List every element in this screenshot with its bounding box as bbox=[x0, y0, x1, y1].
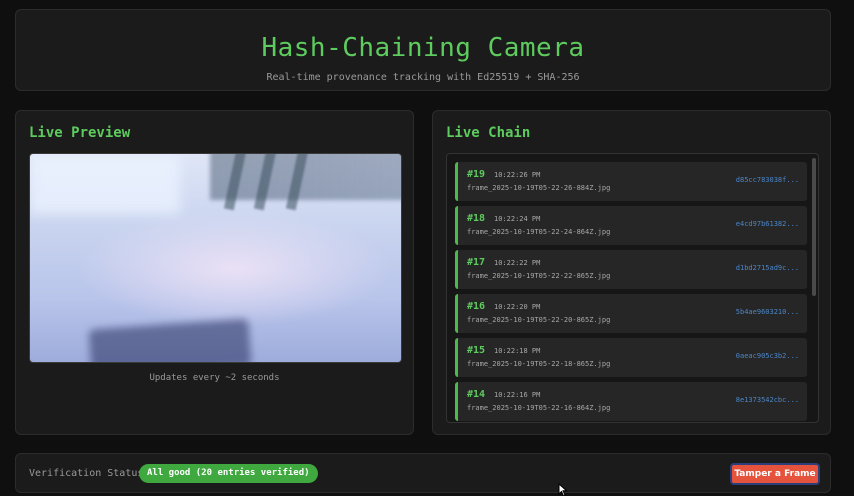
preview-caption: Updates every ~2 seconds bbox=[149, 373, 280, 383]
chain-entry[interactable]: #18 10:22:24 PM frame_2025-10-19T05-22-2… bbox=[455, 206, 807, 245]
live-chain-title: Live Chain bbox=[446, 125, 531, 141]
live-preview-panel: Live Preview Updates every ~2 seconds bbox=[15, 110, 414, 435]
entry-hash: 5b4ae9603210... bbox=[735, 308, 799, 316]
chain-entry[interactable]: #19 10:22:26 PM frame_2025-10-19T05-22-2… bbox=[455, 162, 807, 201]
entry-filename: frame_2025-10-19T05-22-18-865Z.jpg bbox=[467, 360, 611, 368]
verification-footer: Verification Status: All good (20 entrie… bbox=[15, 453, 831, 493]
entry-hash: 8e1373542cbc... bbox=[735, 396, 799, 404]
header-panel: Hash-Chaining Camera Real-time provenanc… bbox=[15, 9, 831, 91]
entry-number: #17 bbox=[467, 257, 486, 268]
entry-time: 10:22:26 PM bbox=[494, 171, 541, 179]
entry-time: 10:22:18 PM bbox=[494, 347, 541, 355]
entry-hash: d85cc783038f... bbox=[735, 176, 799, 184]
chain-entries: #19 10:22:26 PM frame_2025-10-19T05-22-2… bbox=[455, 162, 807, 422]
entry-filename: frame_2025-10-19T05-22-26-884Z.jpg bbox=[467, 184, 611, 192]
verification-status-badge: All good (20 entries verified) bbox=[139, 464, 318, 483]
verification-status-label: Verification Status: bbox=[29, 468, 150, 479]
entry-number: #16 bbox=[467, 301, 486, 312]
chain-list[interactable]: #19 10:22:26 PM frame_2025-10-19T05-22-2… bbox=[446, 153, 819, 423]
chain-entry[interactable]: #14 10:22:16 PM frame_2025-10-19T05-22-1… bbox=[455, 382, 807, 421]
entry-hash: e4cd97b61382... bbox=[735, 220, 799, 228]
mouse-cursor-icon bbox=[558, 483, 568, 496]
entry-number: #15 bbox=[467, 345, 486, 356]
live-chain-panel: Live Chain #19 10:22:26 PM frame_2025-10… bbox=[432, 110, 831, 435]
entry-time: 10:22:20 PM bbox=[494, 303, 541, 311]
chain-entry[interactable]: #16 10:22:20 PM frame_2025-10-19T05-22-2… bbox=[455, 294, 807, 333]
app-subtitle: Real-time provenance tracking with Ed255… bbox=[266, 72, 580, 83]
camera-preview-image bbox=[29, 153, 402, 363]
chain-scrollbar[interactable] bbox=[812, 158, 816, 296]
entry-number: #18 bbox=[467, 213, 486, 224]
entry-number: #14 bbox=[467, 389, 486, 400]
entry-time: 10:22:24 PM bbox=[494, 215, 541, 223]
chain-entry[interactable]: #15 10:22:18 PM frame_2025-10-19T05-22-1… bbox=[455, 338, 807, 377]
entry-hash: d1bd2715ad9c... bbox=[735, 264, 799, 272]
chain-entry[interactable]: #17 10:22:22 PM frame_2025-10-19T05-22-2… bbox=[455, 250, 807, 289]
entry-filename: frame_2025-10-19T05-22-24-864Z.jpg bbox=[467, 228, 611, 236]
tamper-frame-button[interactable]: Tamper a Frame bbox=[730, 463, 820, 485]
entry-filename: frame_2025-10-19T05-22-20-865Z.jpg bbox=[467, 316, 611, 324]
entry-number: #19 bbox=[467, 169, 486, 180]
live-preview-title: Live Preview bbox=[29, 125, 131, 141]
entry-filename: frame_2025-10-19T05-22-22-865Z.jpg bbox=[467, 272, 611, 280]
entry-hash: 0aeac905c3b2... bbox=[735, 352, 799, 360]
entry-time: 10:22:16 PM bbox=[494, 391, 541, 399]
entry-filename: frame_2025-10-19T05-22-16-864Z.jpg bbox=[467, 404, 611, 412]
app-title: Hash-Chaining Camera bbox=[261, 33, 585, 63]
entry-time: 10:22:22 PM bbox=[494, 259, 541, 267]
